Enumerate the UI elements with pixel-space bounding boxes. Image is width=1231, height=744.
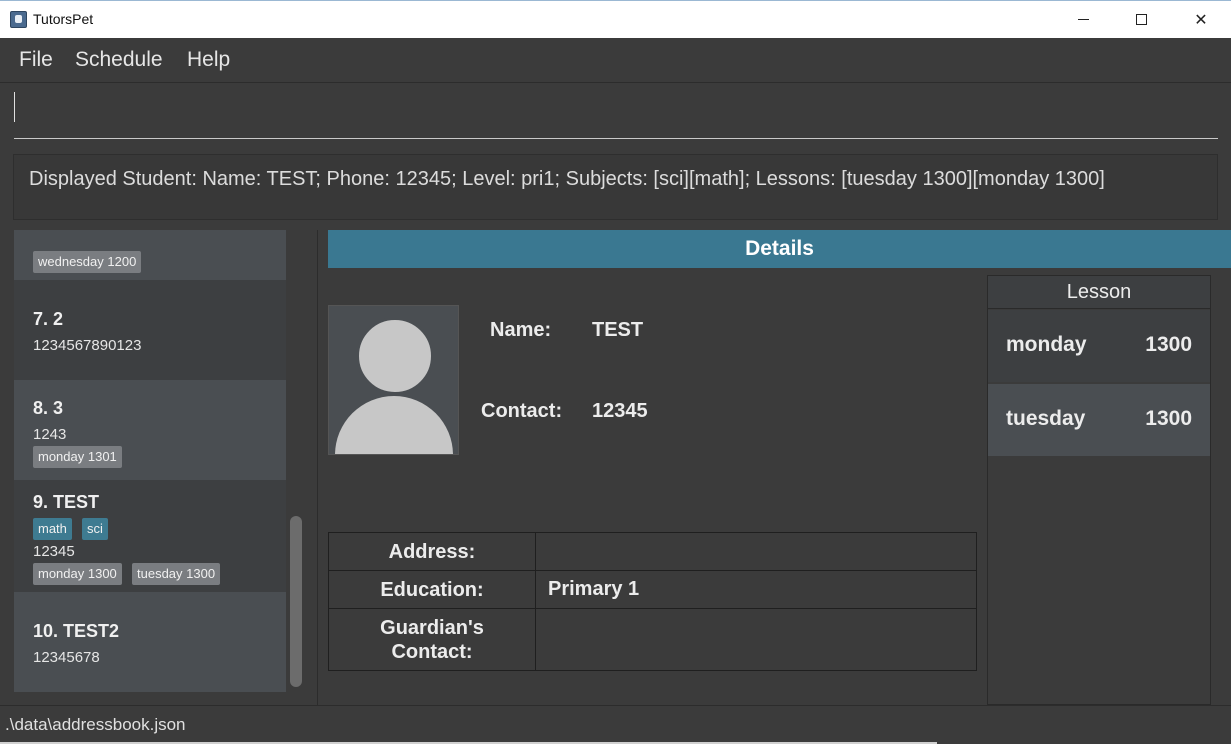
lesson-row[interactable]: tuesday 1300 (988, 384, 1210, 456)
lesson-time: 1300 (1145, 333, 1192, 356)
lesson-day: tuesday (1006, 407, 1086, 430)
lesson-panel-title: Lesson (988, 276, 1210, 309)
student-phone: 1234567890123 (33, 337, 142, 354)
lesson-tag: monday 1301 (33, 446, 122, 468)
list-item-selected[interactable]: 9. TEST math sci 12345 monday 1300 tuesd… (14, 480, 286, 592)
command-area (0, 84, 1231, 146)
table-row: Address: (328, 532, 977, 571)
list-item[interactable]: 10. TEST2 12345678 (14, 592, 286, 692)
education-label: Education: (328, 570, 536, 609)
result-text: Displayed Student: Name: TEST; Phone: 12… (29, 168, 1105, 190)
guardian-contact-label: Guardian's Contact: (328, 608, 536, 671)
subject-tag: sci (82, 518, 108, 540)
table-row: Guardian's Contact: (328, 608, 977, 671)
name-label: Name: (490, 319, 552, 341)
address-value (535, 532, 977, 571)
student-phone: 12345 (33, 543, 75, 560)
address-label: Address: (328, 532, 536, 571)
student-name: 10. TEST2 (33, 621, 120, 641)
maximize-icon (1135, 14, 1147, 25)
lesson-time: 1300 (1145, 407, 1192, 430)
student-list[interactable]: wednesday 1200 7. 2 1234567890123 8. 3 1… (14, 230, 286, 692)
details-table: Address: Education: Primary 1 Guardian's… (328, 532, 977, 671)
maximize-button[interactable] (1112, 1, 1170, 38)
list-item[interactable]: wednesday 1200 (14, 230, 286, 280)
title-bar: TutorsPet ✕ (0, 0, 1231, 38)
list-scrollbar-thumb[interactable] (290, 516, 302, 687)
lesson-row[interactable]: monday 1300 (988, 310, 1210, 382)
command-input[interactable] (14, 92, 1218, 139)
contact-label: Contact: (481, 400, 563, 422)
lesson-tag: wednesday 1200 (33, 251, 142, 273)
status-bar: .\data\addressbook.json (0, 705, 1231, 744)
student-name: 9. TEST (33, 492, 100, 512)
app-window: TutorsPet ✕ File Schedule Help Displayed… (0, 0, 1231, 744)
menu-schedule[interactable]: Schedule (75, 48, 163, 72)
student-name: 7. 2 (33, 309, 64, 329)
student-phone: 12345678 (33, 649, 100, 666)
window-title: TutorsPet (33, 11, 94, 27)
list-item[interactable]: 7. 2 1234567890123 (14, 280, 286, 380)
app-logo-icon (10, 11, 27, 28)
student-name: 8. 3 (33, 398, 64, 418)
menu-help[interactable]: Help (187, 48, 230, 72)
save-file-path: .\data\addressbook.json (5, 715, 186, 734)
minimize-icon (1077, 19, 1089, 20)
subject-tag: math (33, 518, 72, 540)
lesson-tag: tuesday 1300 (132, 563, 221, 585)
contact-value: 12345 (592, 400, 648, 422)
menu-file[interactable]: File (19, 48, 53, 72)
student-list-panel: wednesday 1200 7. 2 1234567890123 8. 3 1… (0, 230, 318, 705)
avatar-icon (328, 305, 459, 455)
name-value: TEST (592, 319, 644, 341)
lesson-day: monday (1006, 333, 1087, 356)
education-value: Primary 1 (535, 570, 977, 609)
close-button[interactable]: ✕ (1172, 1, 1230, 38)
result-display[interactable]: Displayed Student: Name: TEST; Phone: 12… (13, 154, 1218, 220)
menu-bar: File Schedule Help (0, 38, 1231, 83)
lesson-panel: Lesson monday 1300 tuesday 1300 (987, 275, 1211, 705)
student-phone: 1243 (33, 426, 67, 443)
guardian-contact-value (535, 608, 977, 671)
table-row: Education: Primary 1 (328, 570, 977, 609)
text-caret (14, 92, 15, 122)
lesson-tag: monday 1300 (33, 563, 122, 585)
details-header: Details (328, 230, 1231, 268)
minimize-button[interactable] (1054, 1, 1112, 38)
list-item[interactable]: 8. 3 1243 monday 1301 (14, 380, 286, 480)
close-icon: ✕ (1194, 10, 1208, 29)
